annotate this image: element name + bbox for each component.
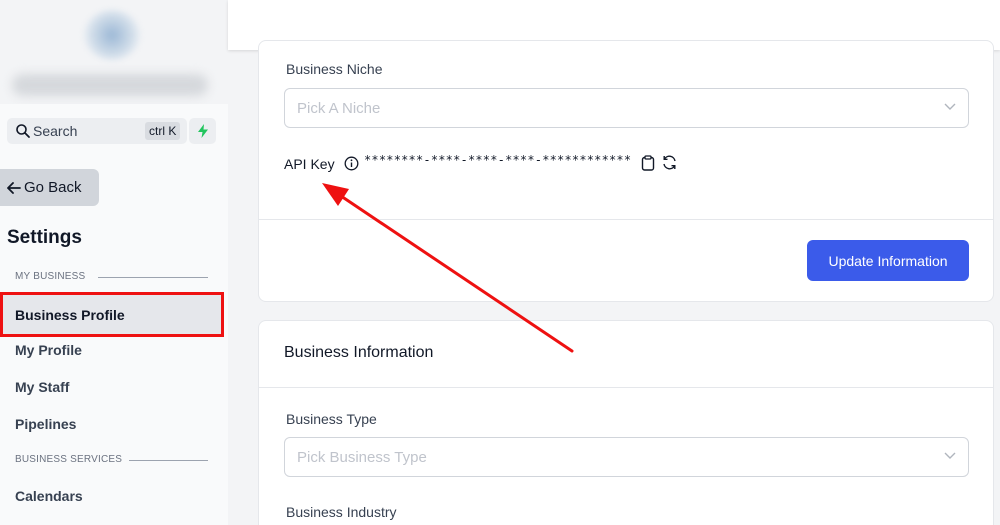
section-divider: [129, 460, 208, 461]
sidebar-item-label: Business Profile: [15, 306, 125, 323]
search-label: Search: [33, 123, 78, 139]
clipboard-icon[interactable]: [641, 155, 655, 176]
business-type-label: Business Type: [286, 411, 377, 427]
section-divider: [98, 277, 208, 278]
search-button[interactable]: Search ctrl K: [7, 118, 187, 144]
sidebar-item-my-profile[interactable]: My Profile: [0, 332, 224, 368]
sidebar-item-label: Pipelines: [15, 416, 77, 432]
api-key-value: ********-****-****-****-************: [364, 153, 632, 167]
business-niche-label: Business Niche: [286, 61, 383, 77]
sidebar-item-label: My Profile: [15, 342, 82, 358]
section-label-my-business: MY BUSINESS: [15, 271, 86, 282]
chevron-down-icon: [944, 103, 956, 110]
select-placeholder: Pick A Niche: [297, 100, 381, 117]
select-placeholder: Pick Business Type: [297, 449, 427, 466]
info-icon[interactable]: [344, 156, 359, 176]
sidebar-item-label: My Staff: [15, 379, 70, 395]
api-key-label: API Key: [284, 156, 335, 172]
card-divider: [259, 387, 993, 388]
sidebar-item-my-staff[interactable]: My Staff: [0, 369, 224, 405]
settings-title: Settings: [7, 227, 82, 248]
business-industry-label: Business Industry: [286, 504, 397, 520]
go-back-button[interactable]: Go Back: [0, 169, 99, 206]
sidebar: Search ctrl K Go Back Settings MY BUSINE…: [0, 0, 228, 525]
sidebar-item-calendars[interactable]: Calendars: [0, 478, 224, 514]
refresh-icon[interactable]: [661, 154, 678, 176]
go-back-label: Go Back: [24, 179, 82, 196]
sidebar-item-pipelines[interactable]: Pipelines: [0, 406, 224, 442]
business-niche-select[interactable]: Pick A Niche: [284, 88, 969, 128]
brand-header: [0, 0, 228, 104]
chevron-down-icon: [944, 452, 956, 459]
sidebar-item-business-profile[interactable]: Business Profile: [0, 292, 224, 337]
card-divider: [259, 219, 993, 220]
company-logo: [84, 10, 140, 60]
section-label-business-services: BUSINESS SERVICES: [15, 454, 123, 465]
sidebar-item-label: Calendars: [15, 488, 83, 504]
arrow-left-icon: [7, 181, 21, 194]
update-information-button[interactable]: Update Information: [807, 240, 969, 281]
business-type-select[interactable]: Pick Business Type: [284, 437, 969, 477]
quick-action-button[interactable]: [189, 118, 216, 144]
search-icon: [15, 123, 31, 139]
bolt-icon: [197, 124, 208, 138]
search-shortcut: ctrl K: [145, 122, 181, 140]
business-information-title: Business Information: [284, 344, 434, 361]
company-name-blurred: [12, 74, 208, 96]
